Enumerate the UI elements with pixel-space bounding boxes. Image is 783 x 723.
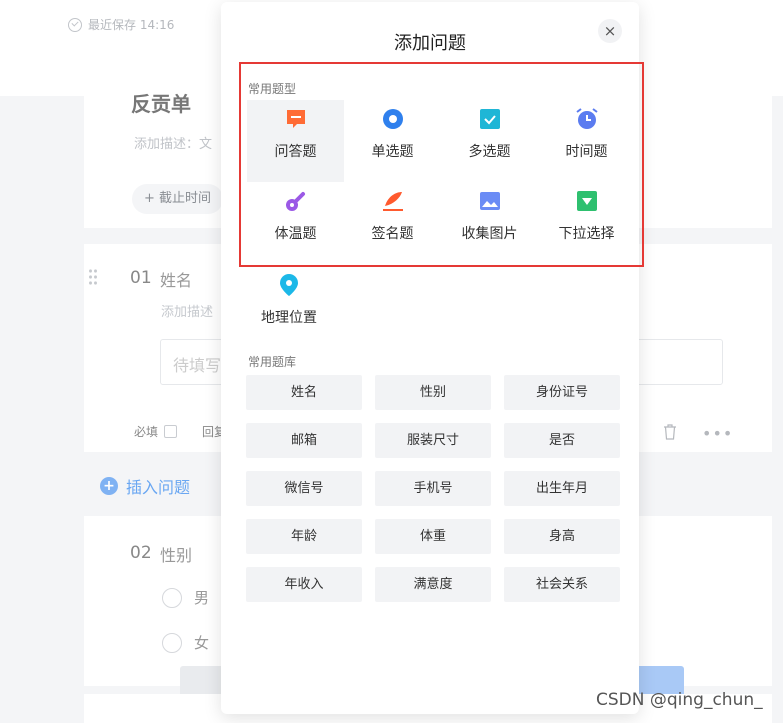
radio-circle-icon[interactable] (162, 632, 182, 653)
type-dropdown[interactable]: 下拉选择 (538, 182, 635, 264)
question-type-grid: 问答题 单选题 多选题 时间题 体温题 签名题 收集图片 下拉选择 (247, 100, 631, 264)
library-item[interactable]: 身高 (504, 519, 620, 554)
deadline-label: 截止时间 (159, 191, 212, 206)
modal-title: 添加问题 (394, 33, 466, 54)
type-signature[interactable]: 签名题 (344, 182, 441, 264)
type-label: 下拉选择 (558, 226, 615, 242)
save-status: 最近保存 14:16 (68, 16, 174, 33)
checkbox-icon (479, 108, 501, 130)
common-types-label: 常用题型 (248, 82, 297, 96)
type-multi-choice[interactable]: 多选题 (441, 100, 538, 182)
trash-icon[interactable] (663, 424, 677, 440)
question-library-grid: 姓名 性别 身份证号 邮箱 服装尺寸 是否 微信号 手机号 出生年月 年龄 体重… (246, 375, 620, 602)
type-label: 签名题 (371, 226, 414, 242)
check-circle-icon (68, 17, 82, 32)
radio-icon (382, 108, 404, 130)
library-item[interactable]: 姓名 (246, 375, 362, 410)
required-toggle[interactable]: 必填 (134, 423, 178, 440)
required-checkbox[interactable] (164, 425, 178, 438)
watermark: CSDN @qing_chun_ (596, 690, 763, 710)
library-item[interactable]: 出生年月 (504, 471, 620, 506)
type-label: 体温题 (274, 226, 317, 242)
library-item[interactable]: 手机号 (375, 471, 491, 506)
library-item[interactable]: 微信号 (246, 471, 362, 506)
add-question-modal: 添加问题 × 常用题型 问答题 单选题 多选题 时间题 体温题 签名题 收集图片… (221, 2, 639, 714)
type-label: 单选题 (371, 144, 414, 160)
type-label: 时间题 (565, 144, 608, 160)
library-item[interactable]: 满意度 (375, 567, 491, 602)
type-single-choice[interactable]: 单选题 (344, 100, 441, 182)
library-item[interactable]: 年龄 (246, 519, 362, 554)
type-location[interactable]: 地理位置 (247, 266, 331, 326)
library-label: 常用题库 (248, 355, 297, 369)
type-image-upload[interactable]: 收集图片 (441, 182, 538, 264)
library-item[interactable]: 体重 (375, 519, 491, 554)
deadline-button[interactable]: + 截止时间 (132, 184, 224, 214)
library-item[interactable]: 年收入 (246, 567, 362, 602)
library-item[interactable]: 服装尺寸 (375, 423, 491, 458)
type-label: 收集图片 (461, 226, 518, 242)
library-item[interactable]: 身份证号 (504, 375, 620, 410)
question-number: 01 (130, 268, 152, 288)
plus-circle-icon: + (100, 477, 118, 495)
radio-option-label: 男 (194, 589, 210, 607)
radio-option[interactable]: 女 (162, 632, 209, 653)
more-options-icon[interactable]: ••• (702, 424, 733, 443)
survey-title[interactable]: 反贡单 (131, 88, 191, 117)
library-item[interactable]: 性别 (375, 375, 491, 410)
type-label: 地理位置 (261, 310, 317, 326)
dropdown-icon (576, 190, 598, 212)
library-item[interactable]: 社会关系 (504, 567, 620, 602)
question-description[interactable]: 添加描述 (161, 301, 213, 320)
alarm-clock-icon (575, 108, 598, 130)
library-item[interactable]: 邮箱 (246, 423, 362, 458)
insert-question-label: 插入问题 (126, 478, 191, 497)
drag-handle-icon[interactable] (88, 268, 98, 286)
question-number: 02 (130, 543, 152, 563)
radio-circle-icon[interactable] (162, 587, 182, 608)
close-icon[interactable]: × (598, 19, 622, 43)
type-qa[interactable]: 问答题 (247, 100, 344, 182)
type-label: 多选题 (468, 144, 511, 160)
save-status-text: 最近保存 14:16 (88, 18, 175, 32)
library-item[interactable]: 是否 (504, 423, 620, 458)
required-label: 必填 (134, 425, 159, 439)
pen-icon (382, 190, 404, 212)
answer-placeholder: 待填写 (173, 356, 222, 375)
radio-option[interactable]: 男 (162, 587, 209, 608)
type-label: 问答题 (274, 144, 317, 160)
radio-option-label: 女 (194, 634, 210, 652)
image-icon (479, 190, 501, 212)
survey-description[interactable]: 添加描述：文 (134, 133, 212, 152)
type-temperature[interactable]: 体温题 (247, 182, 344, 264)
thermometer-icon (285, 190, 307, 212)
comment-icon (285, 108, 307, 130)
insert-question-button[interactable]: + 插入问题 (100, 474, 190, 498)
location-pin-icon (278, 274, 300, 296)
type-time[interactable]: 时间题 (538, 100, 635, 182)
question-title[interactable]: 性别 (160, 542, 192, 566)
question-title[interactable]: 姓名 (160, 267, 192, 291)
